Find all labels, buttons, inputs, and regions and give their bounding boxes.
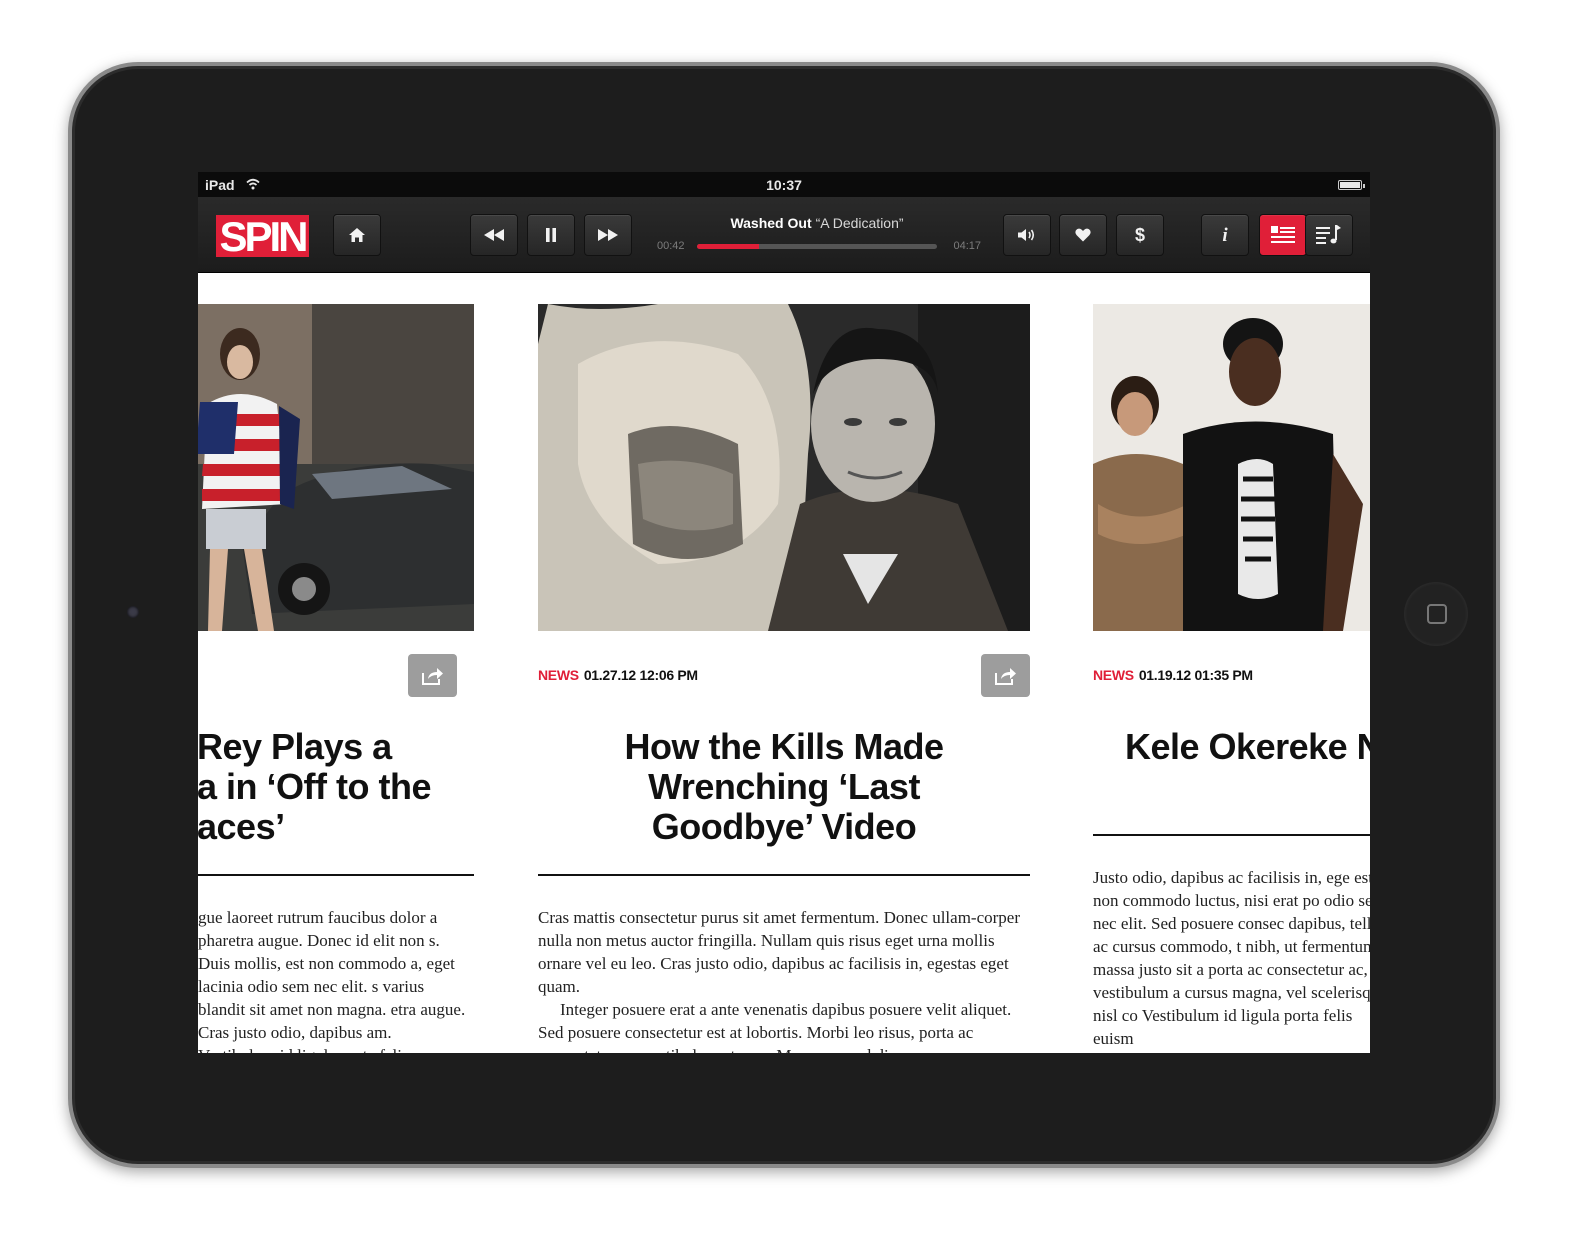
article-headline[interactable]: Kele Okereke New Bloc Pa bbox=[1093, 727, 1370, 767]
article-body: Justo odio, dapibus ac facilisis in, ege… bbox=[1093, 866, 1370, 1050]
share-icon bbox=[994, 667, 1016, 685]
article-divider bbox=[1093, 834, 1370, 836]
article-date: 01.19.12 01:35 PM bbox=[1138, 667, 1253, 683]
article-photo[interactable] bbox=[1093, 304, 1370, 631]
article-body: Cras mattis consectetur purus sit amet f… bbox=[538, 906, 1030, 1053]
photo-woman-car bbox=[198, 304, 474, 631]
article-divider bbox=[538, 874, 1030, 876]
playlist-view-button[interactable] bbox=[1305, 214, 1353, 256]
playlist-icon bbox=[1316, 225, 1341, 244]
article-divider bbox=[198, 874, 474, 876]
now-playing-artist: Washed Out bbox=[730, 215, 812, 231]
app-screen: iPad 10:37 SPIN Washed Out “A Dedication”… bbox=[198, 172, 1370, 1053]
info-button[interactable]: i bbox=[1201, 214, 1249, 256]
spin-logo[interactable]: SPIN bbox=[216, 215, 309, 258]
article-headline[interactable]: Rey Plays a a in ‘Off to the aces’ bbox=[198, 727, 497, 847]
home-icon bbox=[349, 228, 365, 242]
article-paragraph: Justo odio, dapibus ac facilisis in, ege… bbox=[1093, 868, 1370, 1048]
fast-forward-icon bbox=[598, 229, 618, 241]
share-button[interactable] bbox=[408, 654, 457, 697]
now-playing: Washed Out “A Dedication” 00:42 04:17 bbox=[655, 211, 981, 261]
svg-text:$: $ bbox=[1135, 225, 1145, 245]
article-meta: NEWS 01.19.12 01:35 PM bbox=[1093, 667, 1253, 683]
favorite-button[interactable] bbox=[1059, 214, 1107, 256]
photo-band-duo bbox=[1093, 304, 1370, 631]
article-photo[interactable] bbox=[198, 304, 474, 631]
article-headline[interactable]: How the Kills Made Wrenching ‘Last Goodb… bbox=[538, 727, 1030, 847]
share-button[interactable] bbox=[981, 654, 1030, 697]
article-paragraph: Integer posuere erat a ante venenatis da… bbox=[538, 1000, 1012, 1053]
svg-text:i: i bbox=[1222, 225, 1228, 245]
article-list-icon bbox=[1271, 226, 1295, 243]
pause-button[interactable] bbox=[527, 214, 575, 256]
article-meta: NEWS 01.27.12 12:06 PM bbox=[538, 667, 698, 683]
battery-icon bbox=[1338, 180, 1365, 190]
share-icon bbox=[421, 667, 443, 685]
article-photo[interactable] bbox=[538, 304, 1030, 631]
article-paragraph: gue laoreet rutrum faucibus dolor a phar… bbox=[198, 908, 466, 1053]
progress-fill bbox=[697, 244, 760, 249]
toolbar: SPIN Washed Out “A Dedication” 00:42 04:1… bbox=[198, 197, 1370, 273]
photo-band-portrait bbox=[538, 304, 1030, 631]
elapsed-time: 00:42 bbox=[657, 240, 685, 252]
rewind-button[interactable] bbox=[470, 214, 518, 256]
rewind-icon bbox=[484, 229, 504, 241]
articles-view-button[interactable] bbox=[1259, 214, 1307, 256]
now-playing-song: “A Dedication” bbox=[815, 215, 904, 231]
status-bar: iPad 10:37 bbox=[198, 172, 1370, 197]
heart-icon bbox=[1075, 228, 1091, 242]
total-time: 04:17 bbox=[953, 240, 981, 252]
fast-forward-button[interactable] bbox=[584, 214, 632, 256]
camera-icon bbox=[127, 606, 139, 618]
volume-icon bbox=[1018, 229, 1035, 241]
now-playing-title: Washed Out “A Dedication” bbox=[655, 215, 979, 231]
dollar-icon: $ bbox=[1135, 225, 1145, 245]
home-nav-button[interactable] bbox=[333, 214, 381, 256]
volume-button[interactable] bbox=[1003, 214, 1051, 256]
info-icon: i bbox=[1222, 225, 1228, 245]
status-time: 10:37 bbox=[766, 177, 802, 193]
article-category[interactable]: NEWS bbox=[538, 667, 579, 683]
article-paragraph: Cras mattis consectetur purus sit amet f… bbox=[538, 908, 1020, 996]
article-body: gue laoreet rutrum faucibus dolor a phar… bbox=[198, 906, 470, 1053]
article-date: 01.27.12 12:06 PM bbox=[583, 667, 698, 683]
buy-button[interactable]: $ bbox=[1116, 214, 1164, 256]
home-button-glyph bbox=[1427, 604, 1447, 624]
pause-icon bbox=[546, 228, 556, 242]
article-category[interactable]: NEWS bbox=[1093, 667, 1134, 683]
progress-bar[interactable] bbox=[697, 244, 937, 249]
